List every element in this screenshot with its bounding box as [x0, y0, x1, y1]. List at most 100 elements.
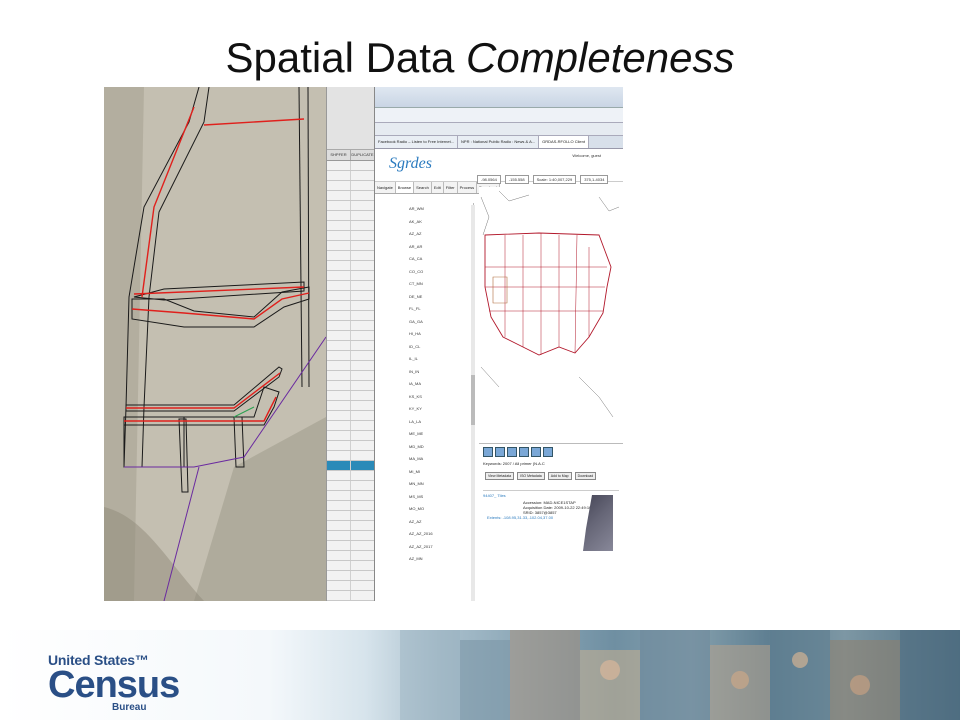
tree-item[interactable]: AR_WM [375, 203, 473, 216]
table-row[interactable] [327, 271, 375, 281]
table-row[interactable] [327, 171, 375, 181]
tree-item[interactable]: MS_MS [375, 491, 473, 504]
table-row[interactable] [327, 341, 375, 351]
tree-item[interactable]: ME_ME [375, 428, 473, 441]
table-row[interactable] [327, 421, 375, 431]
full-extent-icon[interactable] [531, 447, 541, 457]
table-row[interactable] [327, 391, 375, 401]
table-row[interactable] [327, 541, 375, 551]
table-row[interactable] [327, 251, 375, 261]
view-metadata-button[interactable]: View Metadata [485, 472, 515, 480]
tree-item[interactable]: FL_FL [375, 303, 473, 316]
measure-icon[interactable] [543, 447, 553, 457]
nav-tab[interactable]: Browse [395, 182, 415, 193]
table-row[interactable] [327, 311, 375, 321]
zoom-out-icon[interactable] [495, 447, 505, 457]
identify-icon[interactable] [519, 447, 529, 457]
table-row[interactable] [327, 481, 375, 491]
table-row[interactable] [327, 361, 375, 371]
zoom-in-icon[interactable] [483, 447, 493, 457]
table-row[interactable] [327, 461, 375, 471]
tree-item[interactable]: KY_KY [375, 403, 473, 416]
table-row[interactable] [327, 281, 375, 291]
table-row[interactable] [327, 411, 375, 421]
table-row[interactable] [327, 571, 375, 581]
tree-item[interactable]: MN_MN [375, 478, 473, 491]
tree-item[interactable]: CA_CA [375, 253, 473, 266]
tree-scrollbar[interactable] [471, 205, 475, 601]
iso-metadata-button[interactable]: ISO Metadata [517, 472, 545, 480]
table-row[interactable] [327, 321, 375, 331]
column-header[interactable]: SHPFER [327, 150, 351, 160]
column-header[interactable]: DUPLICATE [351, 150, 375, 160]
browser-tab[interactable]: NPR : National Public Radio : News & A..… [458, 136, 540, 148]
table-row[interactable] [327, 451, 375, 461]
table-row[interactable] [327, 511, 375, 521]
table-row[interactable] [327, 191, 375, 201]
tree-item[interactable]: MI_MI [375, 466, 473, 479]
table-row[interactable] [327, 211, 375, 221]
tree-item[interactable]: DE_NE [375, 291, 473, 304]
table-row[interactable] [327, 491, 375, 501]
tree-item[interactable]: IL_IL [375, 353, 473, 366]
table-row[interactable] [327, 521, 375, 531]
tree-item[interactable]: CO_CO [375, 266, 473, 279]
table-row[interactable] [327, 231, 375, 241]
tree-item[interactable]: AR_AR [375, 241, 473, 254]
table-row[interactable] [327, 161, 375, 171]
tree-item[interactable]: ID_CL [375, 341, 473, 354]
table-row[interactable] [327, 261, 375, 271]
table-row[interactable] [327, 331, 375, 341]
tree-item[interactable]: AZ_AZ_2017 [375, 541, 473, 554]
browser-tab[interactable]: GRDAS-RFOLLO Client [539, 136, 589, 148]
tree-item[interactable]: MD_MD [375, 441, 473, 454]
keywords-label: Keywords: 2007 / All primer (N.A.C [483, 461, 545, 466]
table-row[interactable] [327, 441, 375, 451]
table-row[interactable] [327, 221, 375, 231]
pan-icon[interactable] [507, 447, 517, 457]
table-row[interactable] [327, 471, 375, 481]
tree-item[interactable]: HI_HA [375, 328, 473, 341]
table-row[interactable] [327, 371, 375, 381]
tree-item[interactable]: IA_MA [375, 378, 473, 391]
tree-item[interactable]: AZ_AZ_2016 [375, 528, 473, 541]
download-button[interactable]: Download [574, 472, 597, 480]
tree-item[interactable]: LA_LA [375, 416, 473, 429]
table-row[interactable] [327, 351, 375, 361]
tree-item[interactable]: GA_GA [375, 316, 473, 329]
table-row[interactable] [327, 291, 375, 301]
scroll-thumb[interactable] [471, 375, 475, 425]
tree-item[interactable]: IN_IN [375, 366, 473, 379]
tree-item[interactable]: AZ_AZ [375, 516, 473, 529]
nav-tab[interactable]: Filter [443, 182, 458, 193]
table-row[interactable] [327, 381, 375, 391]
table-row[interactable] [327, 181, 375, 191]
table-row[interactable] [327, 431, 375, 441]
table-row[interactable] [327, 201, 375, 211]
nav-tab[interactable]: Navigate [375, 182, 396, 193]
tree-item[interactable]: CT_MN [375, 278, 473, 291]
add-to-map-button[interactable]: Add to Map [547, 472, 572, 480]
nav-tab[interactable]: Edit [431, 182, 444, 193]
tree-item[interactable]: MO_MO [375, 503, 473, 516]
nav-tab[interactable]: Search [414, 182, 432, 193]
table-row[interactable] [327, 581, 375, 591]
table-row[interactable] [327, 551, 375, 561]
browser-tab[interactable]: Facebook Radio – Listen to Free Internet… [375, 136, 459, 148]
table-row[interactable] [327, 591, 375, 601]
table-row[interactable] [327, 531, 375, 541]
table-row[interactable] [327, 561, 375, 571]
tree-item[interactable]: MA_MA [375, 453, 473, 466]
table-row[interactable] [327, 501, 375, 511]
address-bar[interactable] [375, 108, 623, 123]
tree-item[interactable]: AK_AK [375, 216, 473, 229]
table-row[interactable] [327, 241, 375, 251]
logo-main-text: Census [48, 664, 180, 706]
tree-item[interactable]: AZ_AZ [375, 228, 473, 241]
nav-tab[interactable]: Process [457, 182, 478, 193]
map-view[interactable] [479, 187, 623, 447]
tree-item[interactable]: KS_KS [375, 391, 473, 404]
table-row[interactable] [327, 301, 375, 311]
tree-item[interactable]: AZ_MN [375, 553, 473, 566]
table-row[interactable] [327, 401, 375, 411]
